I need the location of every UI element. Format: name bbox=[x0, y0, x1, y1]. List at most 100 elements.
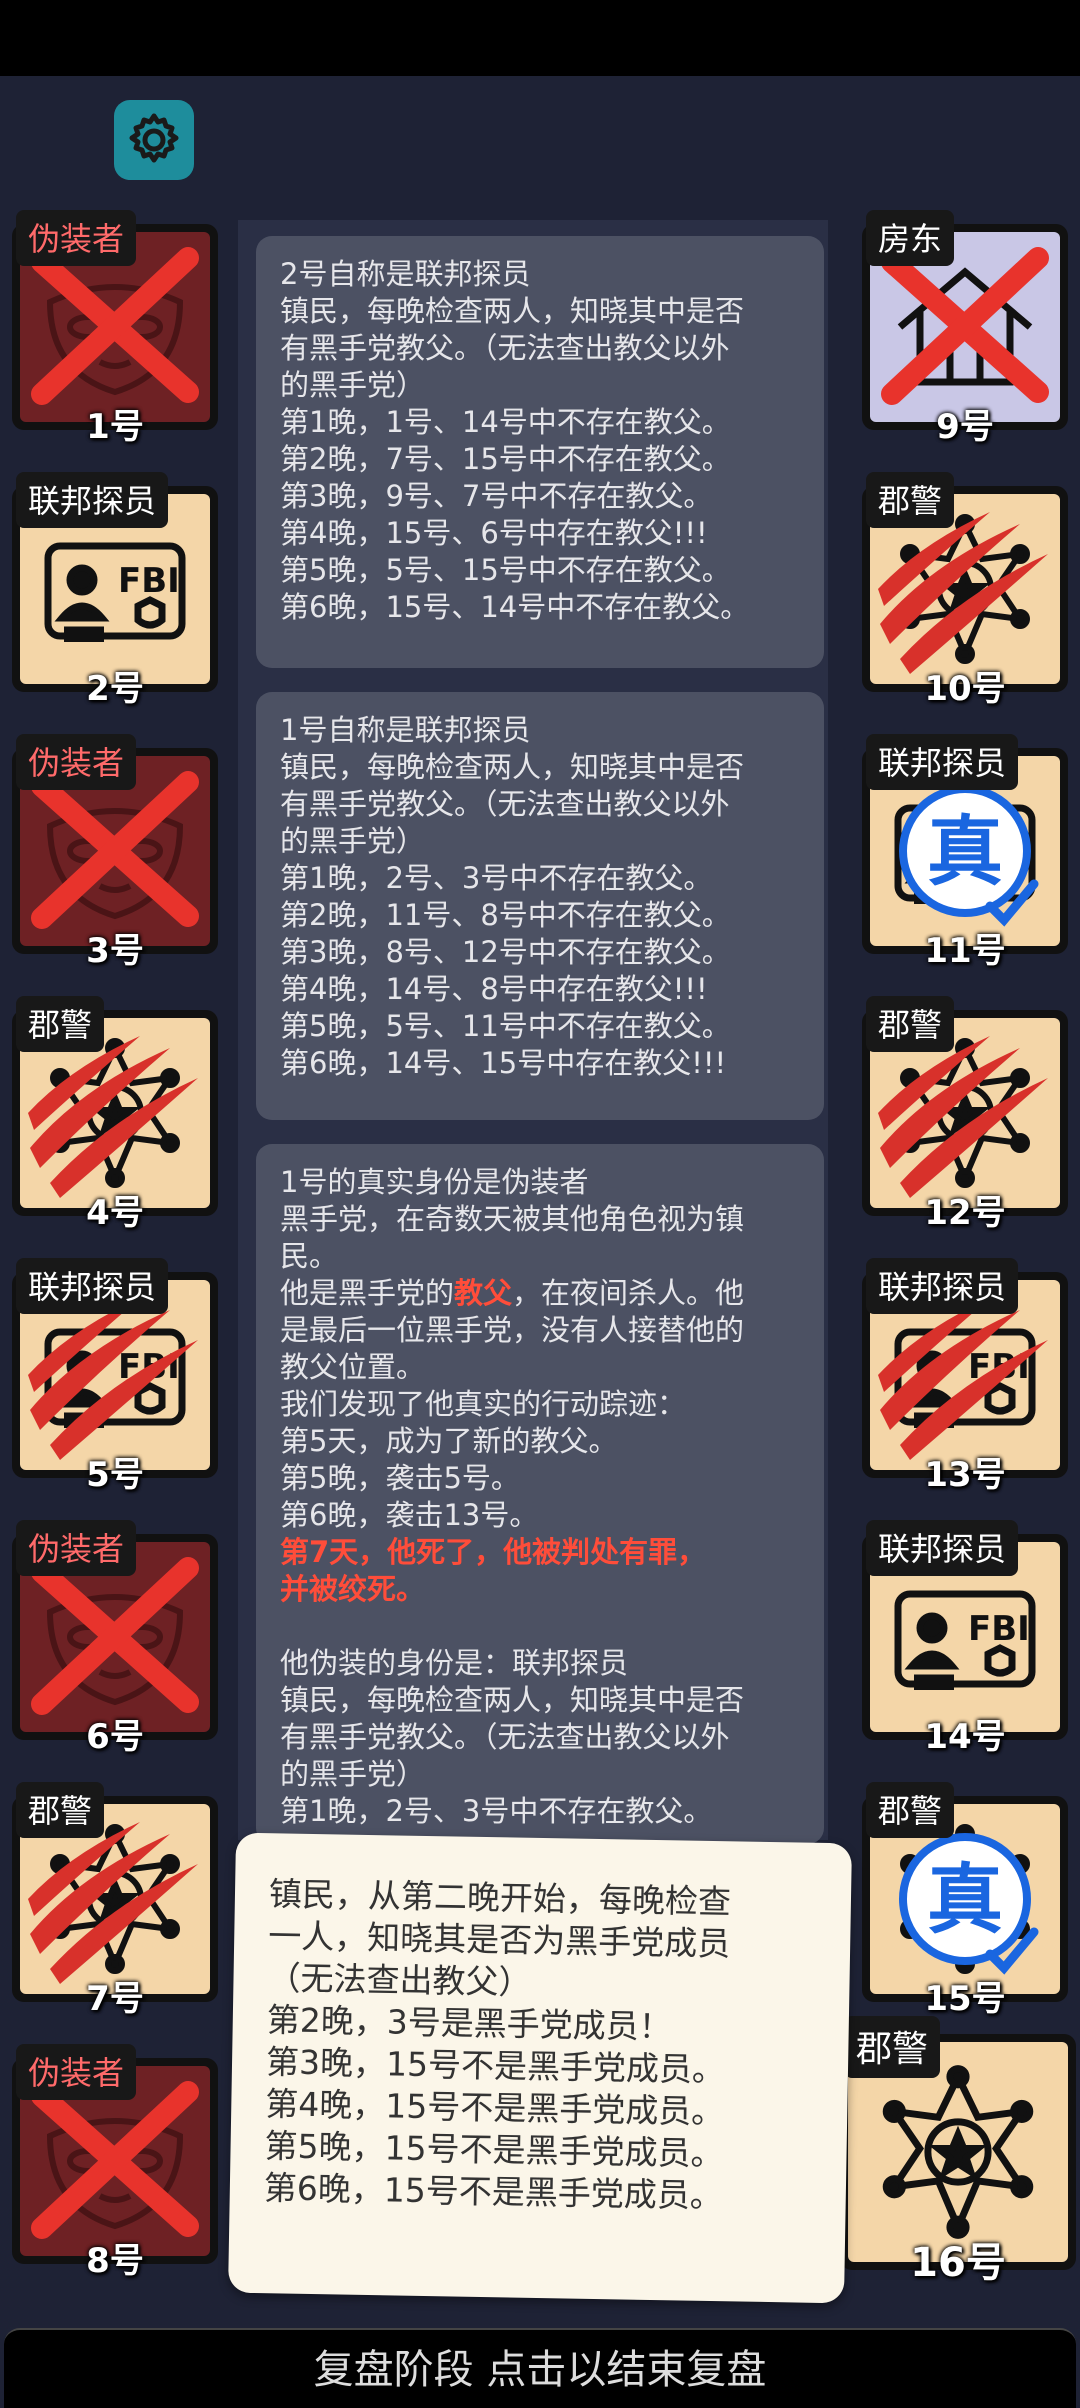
player-card-11[interactable]: FBI真联邦探员11号 bbox=[862, 734, 1068, 971]
player-number: 15号 bbox=[924, 1979, 1006, 2019]
msg-line: 第5晚，5号、11号中不存在教父。 bbox=[280, 1009, 731, 1043]
msg-text: ，在夜间杀人。他 bbox=[512, 1276, 745, 1310]
player-number: 6号 bbox=[86, 1717, 144, 1757]
player-card-10[interactable]: 郡警 10号 bbox=[862, 472, 1068, 709]
player-number: 10号 bbox=[924, 669, 1006, 709]
player-card-6[interactable]: 伪装者 6号 bbox=[12, 1520, 218, 1757]
player-number: 4号 bbox=[86, 1193, 144, 1233]
msg-line: 第1晚，2号、3号中不存在教父。 bbox=[280, 1794, 713, 1828]
player-number: 8号 bbox=[86, 2241, 144, 2281]
player-number: 16号 bbox=[910, 2240, 1006, 2286]
godfather-highlight: 教父 bbox=[454, 1276, 513, 1310]
player-card-14[interactable]: FBI 联邦探员 14号 bbox=[862, 1520, 1068, 1757]
player-number: 2号 bbox=[86, 669, 144, 709]
msg-line: 镇民，每晚检查两人，知晓其中是否 bbox=[280, 750, 745, 784]
status-bar bbox=[0, 0, 1080, 76]
player-card-3[interactable]: 伪装者 3号 bbox=[12, 734, 218, 971]
player-number: 5号 bbox=[86, 1455, 144, 1495]
msg-line: 有黑手党教父。（无法查出教父以外 bbox=[280, 1720, 730, 1754]
msg-line: 我们发现了他真实的行动踪迹： bbox=[280, 1387, 687, 1421]
msg-line: 第2晚，7号、15号中不存在教父。 bbox=[280, 442, 731, 476]
msg-line: 1号自称是联邦探员 bbox=[280, 713, 531, 747]
role-label: 伪装者 bbox=[16, 2044, 137, 2100]
msg-line: 有黑手党教父。（无法查出教父以外 bbox=[280, 787, 730, 821]
msg-line: 第6晚，14号、15号中存在教父!!! bbox=[280, 1046, 727, 1080]
player-number: 13号 bbox=[924, 1455, 1006, 1495]
player-card-7[interactable]: 郡警 7号 bbox=[12, 1782, 218, 2019]
svg-text:FBI: FBI bbox=[968, 1609, 1030, 1649]
role-label: 郡警 bbox=[844, 2016, 941, 2078]
msg-line: 教父位置。 bbox=[280, 1350, 426, 1384]
msg-line: 有黑手党教父。（无法查出教父以外 bbox=[280, 331, 730, 365]
claim-message-2: 1号自称是联邦探员 镇民，每晚检查两人，知晓其中是否 有黑手党教父。（无法查出教… bbox=[256, 692, 824, 1120]
settings-button[interactable] bbox=[114, 100, 194, 180]
player-card-2[interactable]: FBI 联邦探员 2号 bbox=[12, 472, 218, 709]
msg-line: 的黑手党） bbox=[280, 1757, 426, 1791]
ability-tooltip: 镇民，从第二晚开始，每晚检查 一人，知晓其是否为黑手党成员 （无法查出教父） 第… bbox=[228, 1832, 852, 2304]
claim-message-1: 2号自称是联邦探员 镇民，每晚检查两人，知晓其中是否 有黑手党教父。（无法查出教… bbox=[256, 236, 824, 668]
role-label: 伪装者 bbox=[16, 1520, 137, 1576]
msg-line: 第4晚，14号、8号中存在教父!!! bbox=[280, 972, 708, 1006]
role-label: 房东 bbox=[866, 210, 955, 266]
msg-line: 第6晚，袭击13号。 bbox=[280, 1498, 539, 1532]
msg-spacer bbox=[280, 1608, 800, 1645]
player-card-12[interactable]: 郡警 12号 bbox=[862, 996, 1068, 1233]
player-card-5[interactable]: FBI联邦探员5号 bbox=[12, 1258, 218, 1495]
player-number: 1号 bbox=[86, 407, 144, 447]
msg-line: 第1晚，2号、3号中不存在教父。 bbox=[280, 861, 713, 895]
msg-line: 第5天，成为了新的教父。 bbox=[280, 1424, 618, 1458]
player-card-8[interactable]: 伪装者 8号 bbox=[12, 2044, 218, 2281]
player-card-1[interactable]: 伪装者 1号 bbox=[12, 210, 218, 447]
msg-line: 镇民，每晚检查两人，知晓其中是否 bbox=[280, 294, 745, 328]
role-label: 联邦探员 bbox=[866, 734, 1019, 790]
msg-line: 他伪装的身份是：联邦探员 bbox=[280, 1646, 629, 1680]
msg-line: 的黑手党） bbox=[280, 368, 426, 402]
player-number: 12号 bbox=[924, 1193, 1006, 1233]
player-card-15[interactable]: 真 郡警 15号 bbox=[862, 1782, 1068, 2019]
player-number: 14号 bbox=[924, 1717, 1006, 1757]
death-line: 第7天，他死了，他被判处有罪， bbox=[280, 1535, 707, 1569]
player-card-9[interactable]: 房东 9号 bbox=[862, 210, 1068, 447]
msg-line: 1号的真实身份是伪装者 bbox=[280, 1165, 589, 1199]
msg-line: 第5晚，5号、15号中不存在教父。 bbox=[280, 553, 731, 587]
player-number: 7号 bbox=[86, 1979, 144, 2019]
role-label: 联邦探员 bbox=[866, 1520, 1019, 1576]
msg-line: 第6晚，15号、14号中不存在教父。 bbox=[280, 590, 750, 624]
role-label: 郡警 bbox=[866, 1782, 955, 1838]
msg-line: 第1晚，1号、14号中不存在教父。 bbox=[280, 405, 731, 439]
msg-line: 的黑手党） bbox=[280, 824, 426, 858]
msg-line: 2号自称是联邦探员 bbox=[280, 257, 531, 291]
player-number: 9号 bbox=[936, 407, 994, 447]
death-line: 并被绞死。 bbox=[280, 1572, 426, 1606]
role-label: 郡警 bbox=[866, 472, 955, 528]
tooltip-line: 第6晚，15号不是黑手党成员。 bbox=[263, 2168, 724, 2216]
msg-line: 是最后一位黑手党，没有人接替他的 bbox=[280, 1313, 745, 1347]
msg-line: 第5晚，袭击5号。 bbox=[280, 1461, 520, 1495]
msg-line: 第4晚，15号、6号中存在教父!!! bbox=[280, 516, 708, 550]
player-card-13[interactable]: FBI联邦探员13号 bbox=[862, 1258, 1068, 1495]
role-label: 郡警 bbox=[16, 1782, 105, 1838]
svg-text:真: 真 bbox=[927, 1855, 1003, 1944]
role-label: 联邦探员 bbox=[16, 472, 169, 528]
svg-text:FBI: FBI bbox=[118, 561, 180, 601]
role-label: 伪装者 bbox=[16, 734, 137, 790]
msg-line: 他是黑手党的教父，在夜间杀人。他 bbox=[280, 1275, 800, 1312]
gear-icon bbox=[129, 113, 179, 163]
role-label: 联邦探员 bbox=[866, 1258, 1019, 1314]
msg-line: 黑手党，在奇数天被其他角色视为镇 bbox=[280, 1202, 745, 1236]
role-label: 郡警 bbox=[16, 996, 105, 1052]
player-number: 3号 bbox=[86, 931, 144, 971]
role-label: 郡警 bbox=[866, 996, 955, 1052]
msg-line: 第2晚，11号、8号中不存在教父。 bbox=[280, 898, 731, 932]
svg-text:真: 真 bbox=[927, 807, 1003, 896]
msg-line: 镇民，每晚检查两人，知晓其中是否 bbox=[280, 1683, 745, 1717]
player-number: 11号 bbox=[924, 931, 1006, 971]
msg-line: 民。 bbox=[280, 1239, 339, 1273]
identity-message: 1号的真实身份是伪装者 黑手党，在奇数天被其他角色视为镇 民。 他是黑手党的教父… bbox=[256, 1144, 824, 1844]
role-label: 伪装者 bbox=[16, 210, 137, 266]
msg-text: 他是黑手党的 bbox=[280, 1276, 455, 1310]
player-card-16[interactable]: 郡警 16号 bbox=[840, 2016, 1076, 2286]
end-review-button[interactable]: 复盘阶段 点击以结束复盘 bbox=[4, 2328, 1076, 2408]
player-card-4[interactable]: 郡警 4号 bbox=[12, 996, 218, 1233]
msg-line: 第3晚，8号、12号中不存在教父。 bbox=[280, 935, 731, 969]
